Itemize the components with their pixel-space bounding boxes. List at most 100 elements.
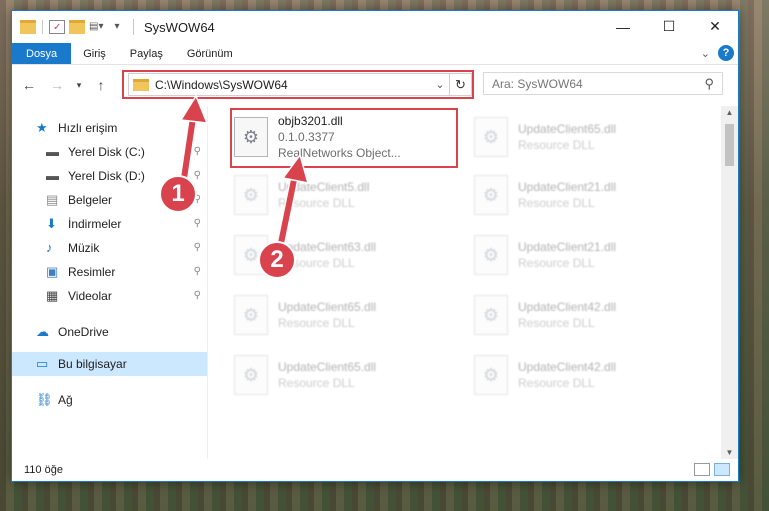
explorer-window: ✓ ▤▾ ▾ SysWOW64 — ☐ ✕ Dosya Giriş Paylaş… <box>11 10 739 482</box>
vertical-scrollbar[interactable]: ▲ ▼ <box>721 106 738 459</box>
nav-item-7[interactable]: ▦ Videolar ⚲ <box>12 284 207 308</box>
pictures-icon: ▣ <box>46 264 59 279</box>
file-description: Resource DLL <box>278 316 355 330</box>
pin-icon[interactable]: ⚲ <box>194 266 201 277</box>
dll-file-icon: ⚙ <box>474 235 508 275</box>
pin-icon[interactable]: ⚲ <box>194 290 201 301</box>
panes: ★ Hızlı erişim ▬ Yerel Disk (C:) ⚲ ▬ Yerel Dis… <box>12 106 738 459</box>
up-button[interactable]: ↑ <box>90 77 112 93</box>
file-description: Resource DLL <box>518 316 595 330</box>
minimize-button[interactable]: — <box>600 11 646 42</box>
video-icon: ▦ <box>46 288 59 303</box>
title-bar: ✓ ▤▾ ▾ SysWOW64 — ☐ ✕ <box>12 11 738 43</box>
nav-item-label: Ağ <box>58 393 73 407</box>
nav-item-5[interactable]: ♪ Müzik ⚲ <box>12 236 207 260</box>
nav-item-1[interactable]: ▬ Yerel Disk (C:) ⚲ <box>12 140 207 164</box>
file-description: Resource DLL <box>518 138 595 152</box>
file-tile[interactable]: ⚙ UpdateClient21.dll Resource DLL <box>470 168 690 222</box>
nav-item-label: Müzik <box>68 241 100 255</box>
file-name: UpdateClient5.dll <box>278 180 370 194</box>
scroll-up-icon[interactable]: ▲ <box>721 108 738 117</box>
pin-icon[interactable]: ⚲ <box>194 242 201 253</box>
customize-toolbar-icon[interactable]: ▤▾ <box>89 20 105 34</box>
file-tile[interactable]: ⚙ UpdateClient65.dll Resource DLL <box>470 110 690 164</box>
chevron-down-icon[interactable]: ▾ <box>109 20 125 34</box>
search-input[interactable]: Ara: SysWOW64 ⚲ <box>483 72 723 95</box>
file-tile[interactable]: ⚙ UpdateClient5.dll Resource DLL <box>230 168 450 222</box>
nav-item-label: İndirmeler <box>68 217 122 231</box>
file-name: UpdateClient65.dll <box>278 360 377 374</box>
view-toggle <box>694 463 730 476</box>
file-tile[interactable]: ⚙ UpdateClient42.dll Resource DLL <box>470 348 690 402</box>
cloud-icon: ☁ <box>36 324 49 339</box>
nav-item-label: Videolar <box>68 289 112 303</box>
scroll-down-icon[interactable]: ▼ <box>721 448 738 457</box>
dll-file-icon: ⚙ <box>234 355 268 395</box>
nav-item-label: Yerel Disk (D:) <box>68 169 145 183</box>
quick-access-toolbar: ✓ ▤▾ ▾ <box>12 20 125 34</box>
nav-item-4[interactable]: ⬇ İndirmeler ⚲ <box>12 212 207 236</box>
new-folder-icon[interactable] <box>69 20 85 34</box>
nav-item-label: Bu bilgisayar <box>58 357 127 371</box>
tiles-view-icon[interactable] <box>714 463 730 476</box>
file-meta: UpdateClient42.dll Resource DLL <box>518 360 616 390</box>
nav-item-this-pc[interactable]: ▭ Bu bilgisayar <box>12 352 207 376</box>
network-icon: ⛓ <box>36 392 53 407</box>
callout-2: 2 <box>258 241 296 279</box>
file-description: Resource DLL <box>518 256 595 270</box>
recent-locations-button[interactable]: ▾ <box>68 80 90 91</box>
file-tile[interactable]: ⚙ UpdateClient65.dll Resource DLL <box>230 288 450 342</box>
file-list: ▲ ▼ ⚙ objb3201.dll 0.1.0.3377 RealNetworks … <box>208 106 738 459</box>
dll-file-icon: ⚙ <box>234 175 268 215</box>
properties-icon[interactable]: ✓ <box>49 20 65 34</box>
search-placeholder: Ara: SysWOW64 <box>492 76 583 91</box>
help-icon[interactable]: ? <box>718 45 734 61</box>
pin-icon[interactable]: ⚲ <box>194 218 201 229</box>
download-icon: ⬇ <box>46 216 57 231</box>
music-icon: ♪ <box>46 240 53 255</box>
window-title: SysWOW64 <box>144 19 215 35</box>
scrollbar-thumb[interactable] <box>725 124 734 166</box>
drive-icon: ▬ <box>46 144 59 159</box>
chevron-down-icon[interactable]: ⌄ <box>431 78 449 91</box>
file-meta: UpdateClient21.dll Resource DLL <box>518 180 616 210</box>
navigation-pane: ★ Hızlı erişim ▬ Yerel Disk (C:) ⚲ ▬ Yerel Dis… <box>12 106 207 459</box>
drive-icon: ▬ <box>46 168 59 183</box>
tab-share[interactable]: Paylaş <box>118 43 175 64</box>
expand-ribbon-icon[interactable]: ⌄ <box>701 47 710 60</box>
ribbon-tabs: Dosya Giriş Paylaş Görünüm ⌄ ? <box>12 43 738 65</box>
selected-file-highlight <box>230 108 458 168</box>
nav-item-onedrive[interactable]: ☁ OneDrive <box>12 320 207 344</box>
dll-file-icon: ⚙ <box>234 295 268 335</box>
file-tile[interactable]: ⚙ UpdateClient42.dll Resource DLL <box>470 288 690 342</box>
dll-file-icon: ⚙ <box>474 295 508 335</box>
file-name: UpdateClient42.dll <box>518 300 617 314</box>
nav-item-network[interactable]: ⛓ Ağ <box>12 388 207 412</box>
tab-file[interactable]: Dosya <box>12 43 72 64</box>
nav-item-0[interactable]: ★ Hızlı erişim <box>12 116 207 140</box>
address-bar[interactable]: C:\Windows\SysWOW64 ⌄ ↻ <box>128 73 472 96</box>
file-tile[interactable]: ⚙ UpdateClient21.dll Resource DLL <box>470 228 690 282</box>
file-name: UpdateClient21.dll <box>518 240 617 254</box>
pin-icon[interactable]: ⚲ <box>194 146 201 157</box>
forward-button[interactable]: → <box>46 77 68 93</box>
tab-home[interactable]: Giriş <box>71 43 118 64</box>
file-meta: UpdateClient65.dll Resource DLL <box>518 122 616 152</box>
folder-icon <box>20 20 36 34</box>
close-button[interactable]: ✕ <box>692 11 738 42</box>
address-path[interactable]: C:\Windows\SysWOW64 <box>155 78 431 92</box>
dll-file-icon: ⚙ <box>474 117 508 157</box>
file-tile[interactable]: ⚙ UpdateClient65.dll Resource DLL <box>230 348 450 402</box>
details-view-icon[interactable] <box>694 463 710 476</box>
computer-icon: ▭ <box>36 356 49 371</box>
pin-icon[interactable]: ⚲ <box>194 170 201 181</box>
maximize-button[interactable]: ☐ <box>646 11 692 42</box>
refresh-button[interactable]: ↻ <box>449 73 471 96</box>
file-description: Resource DLL <box>278 196 355 210</box>
file-description: Resource DLL <box>278 376 355 390</box>
nav-item-6[interactable]: ▣ Resimler ⚲ <box>12 260 207 284</box>
file-name: UpdateClient42.dll <box>518 360 617 374</box>
tab-view[interactable]: Görünüm <box>175 43 245 64</box>
back-button[interactable]: ← <box>18 77 40 93</box>
